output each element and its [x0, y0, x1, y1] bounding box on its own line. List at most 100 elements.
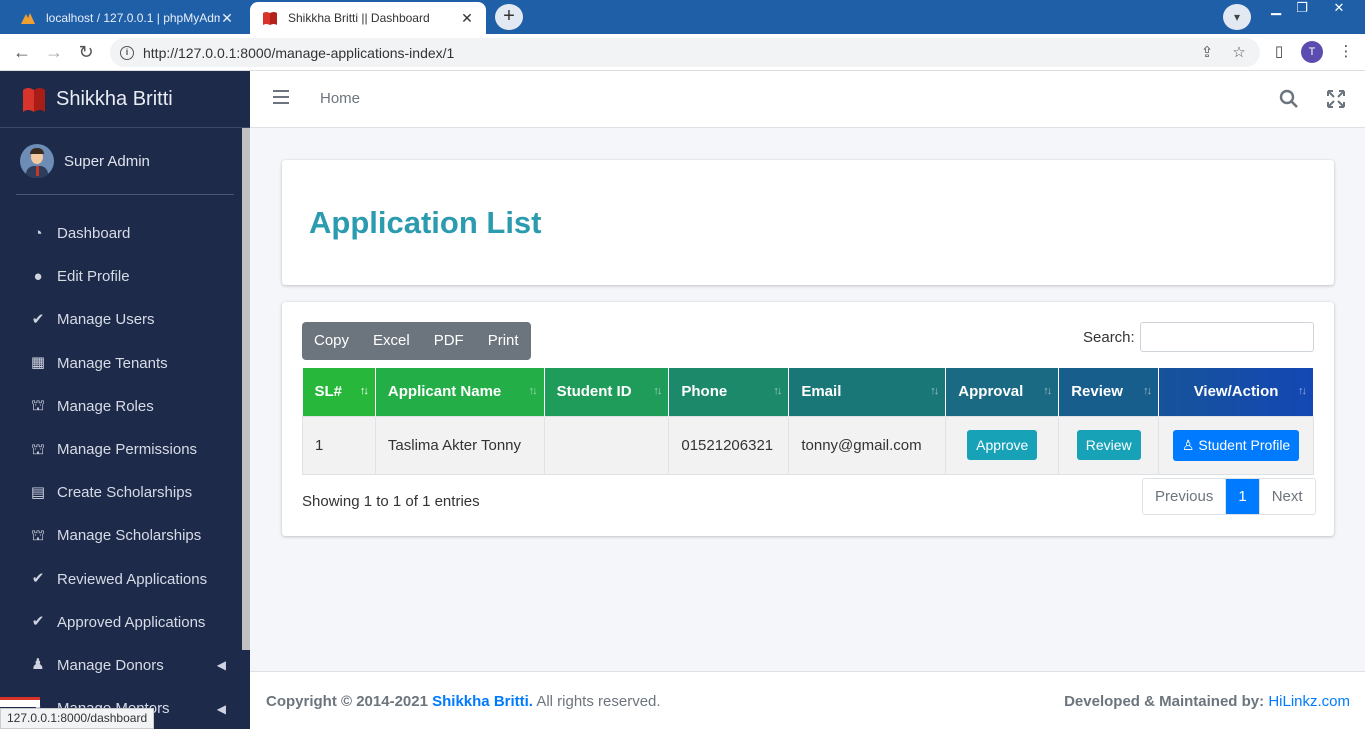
share-icon[interactable]: ⇪ — [1198, 44, 1216, 62]
book-logo-icon — [23, 88, 45, 112]
user-icon: ♟ — [31, 656, 45, 674]
sidebar-item-manage-tenants[interactable]: ▦ Manage Tenants — [0, 342, 250, 385]
table-info: Showing 1 to 1 of 1 entries — [302, 493, 480, 510]
sidebar-item-label: Manage Tenants — [57, 354, 168, 372]
sidebar-item-manage-roles[interactable]: ⛫ Manage Roles — [0, 385, 250, 428]
top-navbar: Home — [250, 71, 1365, 128]
tachometer-icon: ◔ — [33, 224, 43, 242]
forward-arrow-icon[interactable]: → — [42, 40, 66, 64]
minimize-icon[interactable]: ▁ — [1262, 0, 1290, 18]
previous-page-button[interactable]: Previous — [1143, 479, 1226, 514]
review-button[interactable]: Review — [1076, 430, 1141, 460]
site-info-icon[interactable]: i — [120, 45, 134, 60]
check-circle-icon: ✔ — [31, 570, 45, 588]
developer-link[interactable]: HiLinkz.com — [1268, 693, 1350, 710]
browser-toolbar: ← → ↻ i http://127.0.0.1:8000/manage-app… — [0, 34, 1365, 71]
tab-search-chevron-icon[interactable]: ▾ — [1223, 4, 1251, 30]
phpmyadmin-icon — [21, 13, 35, 24]
cell-review: Review — [1058, 415, 1160, 475]
application-table-card: Copy Excel PDF Print Search: SL# ↑↓ Appli… — [282, 302, 1334, 536]
reload-icon[interactable]: ↻ — [74, 40, 98, 64]
kebab-menu-icon[interactable]: ⋮ — [1336, 42, 1356, 62]
sort-icon: ↑↓ — [653, 385, 662, 397]
column-header-applicant-name[interactable]: Applicant Name ↑↓ — [375, 368, 545, 416]
sidebar-item-manage-donors[interactable]: ♟ Manage Donors ◀ — [0, 644, 250, 687]
close-tab-icon[interactable]: ✕ — [220, 10, 234, 27]
column-header-student-id[interactable]: Student ID ↑↓ — [544, 368, 670, 416]
sidebar-item-reviewed-applications[interactable]: ✔ Reviewed Applications — [0, 558, 250, 601]
avatar — [20, 144, 54, 178]
brand-link[interactable]: Shikkha Britti — [0, 71, 250, 128]
search-input[interactable] — [1140, 322, 1314, 352]
search-icon[interactable] — [1278, 88, 1300, 110]
excel-button[interactable]: Excel — [361, 322, 422, 360]
rights-text: All rights reserved. — [536, 693, 661, 710]
sidebar-scrollbar[interactable] — [242, 128, 250, 650]
student-profile-label: Student Profile — [1198, 436, 1291, 453]
clipboard-icon: ▤ — [30, 483, 46, 501]
column-header-phone[interactable]: Phone ↑↓ — [668, 368, 790, 416]
cell-approval: Approve — [945, 415, 1060, 475]
back-arrow-icon[interactable]: ← — [10, 40, 34, 64]
sidebar-item-manage-permissions[interactable]: ⛫ Manage Permissions — [0, 428, 250, 471]
sidebar-item-create-scholarships[interactable]: ▤ Create Scholarships — [0, 471, 250, 514]
column-header-view-action[interactable]: View/Action ↑↓ — [1158, 368, 1314, 416]
sort-icon: ↑↓ — [1043, 385, 1052, 397]
copy-button[interactable]: Copy — [302, 322, 361, 360]
profile-avatar[interactable]: T — [1301, 41, 1323, 63]
next-page-button[interactable]: Next — [1258, 479, 1315, 514]
side-panel-icon[interactable]: ▯ — [1269, 42, 1289, 62]
page-title: Application List — [309, 205, 542, 240]
page-1-button[interactable]: 1 — [1225, 479, 1259, 514]
export-button-group: Copy Excel PDF Print — [302, 322, 531, 360]
sitemap-icon: ⛫ — [31, 397, 45, 415]
sitemap-icon: ⛫ — [31, 526, 45, 544]
sitemap-icon: ⛫ — [31, 440, 45, 458]
column-header-email[interactable]: Email ↑↓ — [788, 368, 947, 416]
applications-table: SL# ↑↓ Applicant Name ↑↓ Student ID ↑↓ Phon… — [302, 368, 1314, 475]
chevron-left-icon: ◀ — [216, 701, 226, 716]
print-button[interactable]: Print — [476, 322, 531, 360]
close-tab-icon[interactable]: ✕ — [460, 10, 474, 27]
browser-tabbar: localhost / 127.0.0.1 | phpMyAdmin ✕ Shi… — [0, 0, 1365, 34]
sidebar-item-label: Manage Users — [57, 311, 155, 329]
page-header-card: Application List — [282, 160, 1334, 285]
red-indicator — [0, 697, 40, 707]
table-header-row: SL# ↑↓ Applicant Name ↑↓ Student ID ↑↓ Phon… — [302, 368, 1314, 416]
user-name: Super Admin — [64, 152, 150, 170]
sidebar-item-label: Manage Roles — [57, 397, 154, 415]
pdf-button[interactable]: PDF — [422, 322, 476, 360]
student-profile-button[interactable]: ♙ Student Profile — [1172, 429, 1300, 461]
user-panel[interactable]: Super Admin — [16, 128, 234, 195]
sidebar-item-edit-profile[interactable]: ● Edit Profile — [0, 255, 250, 298]
sidebar-item-approved-applications[interactable]: ✔ Approved Applications — [0, 601, 250, 644]
book-icon — [263, 12, 277, 25]
tab-title: Shikkha Britti || Dashboard — [288, 11, 430, 25]
new-tab-plus-icon[interactable]: + — [495, 4, 523, 30]
cell-student-id — [543, 415, 670, 475]
restore-icon[interactable]: ❐ — [1288, 0, 1316, 18]
column-header-sl[interactable]: SL# ↑↓ — [302, 368, 376, 416]
home-link[interactable]: Home — [320, 90, 360, 107]
sidebar-item-dashboard[interactable]: ◔ Dashboard — [0, 212, 250, 255]
sidebar-item-manage-users[interactable]: ✔ Manage Users — [0, 298, 250, 341]
approve-button[interactable]: Approve — [967, 430, 1038, 460]
bookmark-star-icon[interactable]: ☆ — [1230, 44, 1248, 62]
sidebar-item-manage-scholarships[interactable]: ⛫ Manage Scholarships — [0, 514, 250, 557]
browser-tab-phpmyadmin[interactable]: localhost / 127.0.0.1 | phpMyAdmin ✕ — [8, 2, 246, 34]
footer-brand-link[interactable]: Shikkha Britti. — [432, 693, 533, 710]
hamburger-menu-icon[interactable] — [273, 90, 289, 108]
column-header-review[interactable]: Review ↑↓ — [1058, 368, 1160, 416]
address-bar[interactable]: i http://127.0.0.1:8000/manage-applicati… — [110, 38, 1260, 67]
sidebar-menu: ◔ Dashboard ● Edit Profile ✔ Manage Users ▦… — [0, 195, 250, 729]
pagination: Previous 1 Next — [1142, 478, 1316, 515]
sidebar-item-label: Dashboard — [57, 225, 131, 243]
cell-email: tonny@gmail.com — [788, 415, 947, 475]
user-check-icon: ✔ — [31, 310, 45, 328]
sort-icon: ↑↓ — [1298, 385, 1307, 397]
window-close-icon[interactable]: ✕ — [1325, 0, 1353, 18]
browser-tab-dashboard[interactable]: Shikkha Britti || Dashboard ✕ — [250, 2, 486, 34]
fullscreen-icon[interactable] — [1325, 88, 1347, 110]
column-header-approval[interactable]: Approval ↑↓ — [945, 368, 1060, 416]
cell-view-action: ♙ Student Profile — [1158, 415, 1314, 475]
